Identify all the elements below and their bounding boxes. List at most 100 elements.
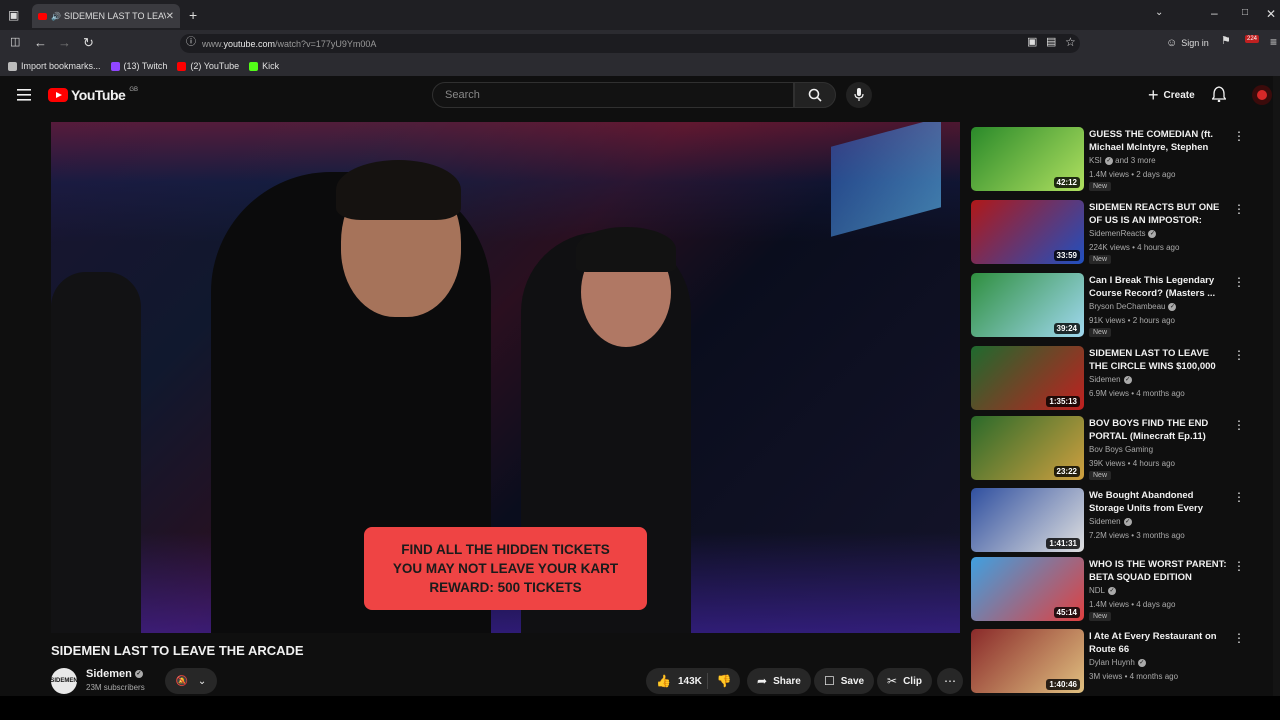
channel-avatar[interactable]: SIDEMEN (50, 668, 78, 694)
close-window-icon[interactable]: ✕ (1266, 8, 1276, 20)
maximize-icon[interactable]: □ (1242, 8, 1248, 18)
bottom-strip (0, 696, 1280, 720)
scene-hair-center (336, 160, 461, 220)
new-tab-icon[interactable]: + (189, 8, 197, 22)
recommendation-channel-line[interactable]: Dylan Huynh ✓ (1089, 658, 1146, 667)
recommendation-channel-line[interactable]: NDL ✓ (1089, 586, 1117, 595)
video-thumbnail[interactable]: 39:24 (971, 273, 1084, 337)
recommendation-title[interactable]: BOV BOYS FIND THE END PORTAL (Minecraft … (1089, 417, 1229, 443)
bookmark-item[interactable]: Kick (249, 61, 279, 71)
recommendation-item[interactable]: 42:12 GUESS THE COMEDIAN (ft. Michael Mc… (971, 127, 1251, 191)
video-thumbnail[interactable]: 1:40:46 (971, 629, 1084, 693)
extension-badge[interactable]: 224 (1245, 35, 1260, 43)
minimize-icon[interactable]: – (1211, 7, 1218, 19)
hamburger-menu-icon[interactable] (17, 89, 31, 101)
reload-icon[interactable]: ↻ (83, 36, 94, 49)
sign-in-button[interactable]: ☺ Sign in (1166, 37, 1209, 49)
recommendation-item[interactable]: 39:24 Can I Break This Legendary Course … (971, 273, 1251, 337)
recommendation-title[interactable]: SIDEMEN LAST TO LEAVE THE CIRCLE WINS $1… (1089, 347, 1229, 373)
recommendation-channel-line[interactable]: Sidemen ✓ (1089, 375, 1132, 384)
recommendation-item[interactable]: 1:41:31 We Bought Abandoned Storage Unit… (971, 488, 1251, 552)
page-scrollbar[interactable] (1273, 76, 1280, 696)
recommendation-channel-line[interactable]: Bov Boys Gaming (1089, 445, 1153, 454)
more-actions-button[interactable]: ⋯ (937, 668, 963, 694)
extensions-icon[interactable]: ⚑ (1221, 36, 1231, 47)
video-thumbnail[interactable]: 23:22 (971, 416, 1084, 480)
recommendation-title[interactable]: Can I Break This Legendary Course Record… (1089, 274, 1229, 300)
more-vertical-icon[interactable]: ⋮ (1233, 418, 1245, 432)
more-horizontal-icon: ⋯ (944, 674, 956, 688)
clip-button[interactable]: ✂ Clip (877, 668, 932, 694)
voice-search-button[interactable] (846, 82, 872, 108)
notifications-bell-icon[interactable] (1212, 86, 1226, 102)
new-badge: New (1089, 255, 1112, 264)
more-vertical-icon[interactable]: ⋮ (1233, 275, 1245, 289)
recommendation-item[interactable]: 1:40:46 I Ate At Every Restaurant on Rou… (971, 629, 1251, 693)
youtube-logo[interactable]: YouTube GB (48, 87, 138, 103)
more-vertical-icon[interactable]: ⋮ (1233, 559, 1245, 573)
recommendation-title[interactable]: SIDEMEN REACTS BUT ONE OF US IS AN IMPOS… (1089, 201, 1229, 227)
video-thumbnail[interactable]: 33:59 (971, 200, 1084, 264)
browser-tab[interactable]: 🔊 SIDEMEN LAST TO LEAVE T ✕ (32, 4, 180, 28)
more-vertical-icon[interactable]: ⋮ (1233, 490, 1245, 504)
search-button[interactable] (794, 82, 836, 108)
site-info-icon[interactable]: ⓘ (186, 38, 196, 48)
dislike-button[interactable]: 👎 (708, 674, 740, 688)
recommendation-channel-line[interactable]: KSI ✓ and 3 more (1089, 156, 1156, 165)
audio-playing-icon[interactable]: 🔊 (51, 12, 61, 21)
bookmark-label: (13) Twitch (123, 61, 168, 71)
more-vertical-icon[interactable]: ⋮ (1233, 129, 1245, 143)
translate-icon[interactable]: ▣ (1027, 37, 1037, 48)
recommendation-title[interactable]: I Ate At Every Restaurant on Route 66 (1089, 630, 1229, 656)
like-button[interactable]: 👍 143K (646, 673, 708, 689)
tab-actions-icon[interactable]: ▣ (8, 9, 19, 21)
save-button[interactable]: ☐ Save (814, 668, 875, 694)
recommendation-title[interactable]: WHO IS THE WORST PARENT: BETA SQUAD EDIT… (1089, 558, 1229, 584)
new-badge: New (1089, 182, 1112, 191)
video-thumbnail[interactable]: 42:12 (971, 127, 1084, 191)
clip-label: Clip (903, 675, 922, 687)
bookmark-item[interactable]: Import bookmarks... (8, 61, 101, 71)
more-vertical-icon[interactable]: ⋮ (1233, 202, 1245, 216)
share-button[interactable]: ➦ Share (747, 668, 811, 694)
tab-list-icon[interactable]: ⌄ (1155, 8, 1163, 18)
address-bar[interactable]: ⓘ www. youtube.com/watch?v=177yU9Ym00A (180, 34, 1080, 53)
verified-icon: ✓ (1108, 586, 1117, 595)
sign-in-label: Sign in (1181, 38, 1209, 48)
recommendation-item[interactable]: 45:14 WHO IS THE WORST PARENT: BETA SQUA… (971, 557, 1251, 621)
subscription-bell-button[interactable]: 🔕 ⌄ (165, 668, 217, 694)
recommendation-item[interactable]: 23:22 BOV BOYS FIND THE END PORTAL (Mine… (971, 416, 1251, 480)
recommendation-channel-line[interactable]: SidemenReacts ✓ (1089, 229, 1157, 238)
caption-line: YOU MAY NOT LEAVE YOUR KART (392, 561, 619, 576)
search-input[interactable] (445, 89, 793, 101)
close-tab-icon[interactable]: ✕ (166, 11, 174, 22)
video-thumbnail[interactable]: 1:41:31 (971, 488, 1084, 552)
forward-icon[interactable]: → (58, 36, 71, 49)
channel-name-link[interactable]: Sidemen ✓ (86, 668, 143, 680)
recommendation-title[interactable]: We Bought Abandoned Storage Units from E… (1089, 489, 1229, 515)
video-player[interactable]: FIND ALL THE HIDDEN TICKETS YOU MAY NOT … (51, 122, 960, 633)
bookmark-item[interactable]: (2) YouTube (177, 61, 239, 71)
bookmark-label: Kick (262, 61, 280, 71)
back-icon[interactable]: ← (34, 36, 47, 49)
recommendation-meta: 1.4M views • 4 days ago (1089, 600, 1176, 609)
more-vertical-icon[interactable]: ⋮ (1233, 348, 1245, 362)
user-avatar[interactable] (1252, 85, 1272, 105)
menu-icon[interactable]: ≡ (1270, 36, 1277, 48)
video-thumbnail[interactable]: 45:14 (971, 557, 1084, 621)
scissors-icon: ✂ (887, 674, 898, 688)
reader-icon[interactable]: ▤ (1046, 37, 1056, 48)
recommendation-channel-line[interactable]: Sidemen ✓ (1089, 517, 1132, 526)
recommendation-item[interactable]: 33:59 SIDEMEN REACTS BUT ONE OF US IS AN… (971, 200, 1251, 264)
recommendation-channel-line[interactable]: Bryson DeChambeau ✓ (1089, 302, 1177, 311)
bookmark-star-icon[interactable]: ☆ (1065, 36, 1076, 48)
more-vertical-icon[interactable]: ⋮ (1233, 631, 1245, 645)
video-thumbnail[interactable]: 1:35:13 (971, 346, 1084, 410)
create-button[interactable]: + Create (1140, 82, 1203, 108)
recommendation-title[interactable]: GUESS THE COMEDIAN (ft. Michael McIntyre… (1089, 128, 1229, 154)
recommendation-item[interactable]: 1:35:13 SIDEMEN LAST TO LEAVE THE CIRCLE… (971, 346, 1251, 410)
sidebar-toggle-icon[interactable]: ◫ (10, 37, 20, 48)
recommendation-channel: SidemenReacts (1089, 229, 1146, 238)
bookmark-label: (2) YouTube (190, 61, 240, 71)
bookmark-item[interactable]: (13) Twitch (110, 61, 168, 71)
